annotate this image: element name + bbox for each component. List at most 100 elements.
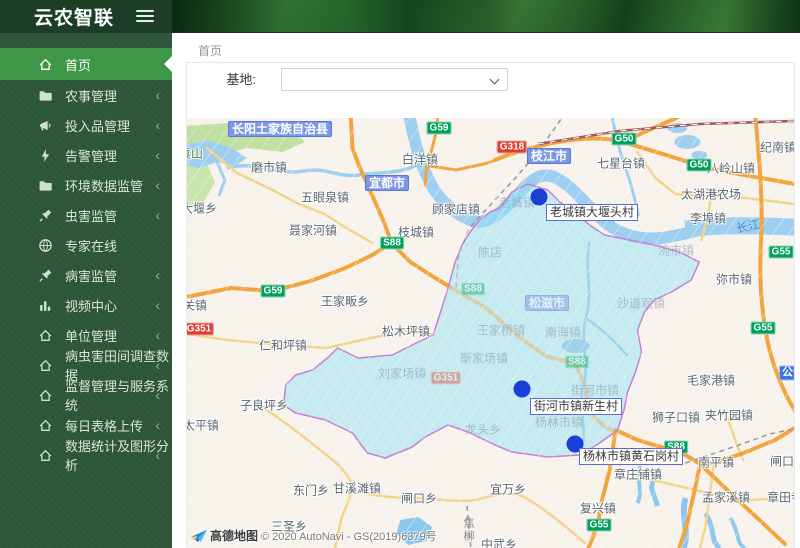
sidebar-item-env-data[interactable]: 环境数据监管 ‹ [0, 170, 172, 200]
map-marker[interactable] [513, 380, 531, 398]
home-icon [38, 358, 53, 373]
map[interactable]: 袁山磨市镇大堰乡五眼泉镇聂家河镇白洋镇顾家店镇枝城镇七星台镇纪南镇八岭山镇太湖港… [187, 118, 794, 548]
map-town-label: 太平镇 [187, 418, 220, 433]
road-badge: S88 [380, 236, 404, 250]
sidebar-menu: 首页 农事管理 ‹ 投入品管理 ‹ 告警管理 ‹ 环境数据监管 ‹ 虫害监管 ‹ 专家在线 病害监管 ‹ 视… [0, 33, 172, 473]
home-icon [38, 448, 53, 463]
map-town-label: 聂家河镇 [288, 223, 338, 238]
map-town-label: 孟家溪镇 [701, 490, 751, 505]
map-city-label: 长阳土家族自治县 [227, 121, 333, 137]
map-town-label: 顾家店镇 [431, 202, 481, 217]
chevron-left-icon: ‹ [155, 417, 160, 433]
map-town-label: 李埠镇 [689, 211, 727, 226]
sidebar-item-farm-management[interactable]: 农事管理 ‹ [0, 80, 172, 110]
sidebar-item-alarm-management[interactable]: 告警管理 ‹ [0, 140, 172, 170]
map-town-label: 子良坪乡 [239, 398, 289, 413]
map-town-label: 磨市镇 [250, 160, 288, 175]
road-badge: G318 [496, 140, 528, 154]
map-town-label: 白洋镇 [401, 152, 439, 167]
app-logo: 云农智联 [0, 0, 172, 33]
folder-icon [38, 178, 53, 193]
chevron-left-icon: ‹ [155, 207, 160, 223]
road-badge: G55 [768, 245, 794, 259]
map-marker-label[interactable]: 杨林市镇黄石岗村 [579, 448, 684, 465]
content-panel: 基地: 山 磨市镇 堰乡 五眼泉镇 聂家河镇 白洋镇 顾家店镇 枝城镇 七星台镇… [186, 62, 795, 548]
sidebar-item-label: 环境数据监管 [65, 178, 144, 194]
amap-brand-text: 高德地图 [210, 529, 259, 543]
sidebar-item-supervision-system[interactable]: 监督管理与服务系统 ‹ [0, 379, 172, 413]
map-town-label: 王家畈乡 [320, 294, 370, 309]
map-town-label: 中武乡 [480, 537, 518, 548]
header: 云农智联 [0, 0, 800, 33]
road-badge: G50 [686, 158, 712, 172]
map-marker[interactable] [530, 188, 548, 206]
sidebar-item-label: 农事管理 [65, 88, 118, 104]
map-town-label: 刘家场镇 [377, 366, 427, 381]
main-content: 首页 基地: 山 磨市镇 堰乡 五眼泉镇 聂家河镇 白洋镇 顾家店镇 枝城镇 七… [172, 33, 800, 548]
sidebar-item-disease-monitor[interactable]: 病害监管 ‹ [0, 260, 172, 290]
amap-plane-icon [191, 529, 207, 542]
map-town-label: 洋关镇 [187, 298, 208, 313]
home-icon [38, 388, 53, 403]
sidebar-item-label: 视频中心 [65, 298, 118, 314]
sidebar: 首页 农事管理 ‹ 投入品管理 ‹ 告警管理 ‹ 环境数据监管 ‹ 虫害监管 ‹ 专家在线 病害监管 ‹ 视… [0, 33, 172, 548]
sidebar-item-data-statistics[interactable]: 数据统计及图形分析 ‹ [0, 439, 172, 473]
map-marker-label[interactable]: 街河市镇新生村 [530, 398, 623, 415]
map-town-label: 龙头乡 [464, 422, 502, 437]
folder-icon [38, 88, 53, 103]
road-badge: G55 [750, 321, 776, 335]
map-town-label: 甘溪滩镇 [332, 481, 382, 496]
map-town-label: 闸口镇 [769, 454, 794, 469]
pin-icon [38, 208, 53, 223]
base-label: 基地: [226, 72, 256, 87]
road-badge: S88 [565, 355, 589, 369]
sidebar-item-label: 病害监管 [65, 268, 118, 284]
map-town-label: 太湖港农场 [680, 187, 742, 202]
home-icon [38, 328, 53, 343]
map-city-label: 枝江市 [526, 148, 572, 164]
base-select[interactable] [281, 68, 508, 91]
map-marker-label[interactable]: 老城镇大堰头村 [546, 204, 639, 221]
base-form: 基地: [187, 63, 794, 118]
map-town-label: 弥市镇 [715, 272, 753, 287]
map-town-label: 复兴镇 [579, 501, 617, 516]
map-copyright: 高德地图 © 2020 AutoNavi - GS(2019)6379号 [190, 527, 437, 544]
road-badge: G59 [426, 121, 452, 135]
sidebar-item-label: 投入品管理 [65, 118, 131, 134]
sidebar-item-label: 告警管理 [65, 148, 118, 164]
road-badge: S88 [461, 282, 485, 296]
chart-icon [38, 298, 53, 313]
chevron-left-icon: ‹ [155, 327, 160, 343]
breadcrumb[interactable]: 首页 [172, 33, 800, 62]
sidebar-item-expert-online[interactable]: 专家在线 [0, 230, 172, 260]
sidebar-item-pest-monitor[interactable]: 虫害监管 ‹ [0, 200, 172, 230]
sidebar-item-home[interactable]: 首页 [0, 48, 172, 80]
chevron-left-icon: ‹ [155, 267, 160, 283]
chevron-left-icon: ‹ [155, 117, 160, 133]
road-badge: G351 [430, 371, 462, 385]
map-town-label: 狮子口镇 [651, 410, 701, 425]
sidebar-item-label: 专家在线 [65, 238, 118, 254]
map-town-label: 街河市镇 [570, 383, 620, 398]
map-town-label: 宜万乡 [489, 482, 527, 497]
map-town-label: 章田寺乡 [766, 490, 794, 505]
map-town-label: 陈店 [477, 245, 503, 260]
map-city-label: 松滋市 [524, 295, 570, 311]
map-town-label: 纪南镇 [759, 140, 794, 155]
sidebar-item-label: 虫害监管 [65, 208, 118, 224]
chevron-left-icon: ‹ [155, 357, 160, 373]
chevron-left-icon: ‹ [155, 447, 160, 463]
map-town-label: 王家桥镇 [476, 323, 526, 338]
chevron-left-icon: ‹ [155, 87, 160, 103]
sidebar-item-input-goods[interactable]: 投入品管理 ‹ [0, 110, 172, 140]
road-badge: G50 [611, 132, 637, 146]
road-badge: G55 [586, 518, 612, 532]
map-town-label: 涴市镇 [657, 243, 695, 258]
pin-icon [38, 268, 53, 283]
chevron-left-icon: ‹ [155, 297, 160, 313]
sidebar-item-video-center[interactable]: 视频中心 ‹ [0, 290, 172, 320]
map-town-label: 闸口乡 [400, 491, 438, 506]
hamburger-menu-icon[interactable] [136, 10, 154, 23]
amap-logo[interactable]: 高德地图 [190, 527, 258, 544]
map-town-label: 南海镇 [544, 325, 582, 340]
